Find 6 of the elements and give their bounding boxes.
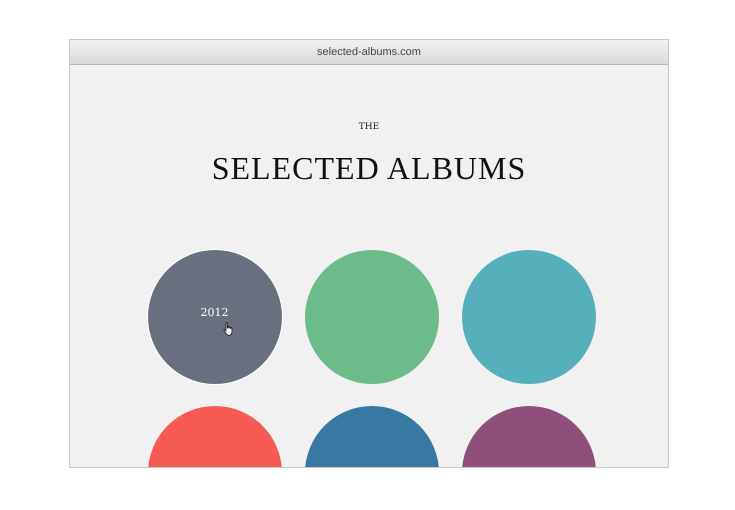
kicker-text: THE	[358, 122, 380, 132]
album-year: 2012	[200, 306, 228, 318]
album-circle[interactable]: 2012	[148, 250, 282, 384]
hand-cursor-icon	[222, 322, 234, 336]
window-title: selected-albums.com	[317, 46, 421, 58]
page-title: SELECTED ALBUMS	[212, 150, 526, 187]
